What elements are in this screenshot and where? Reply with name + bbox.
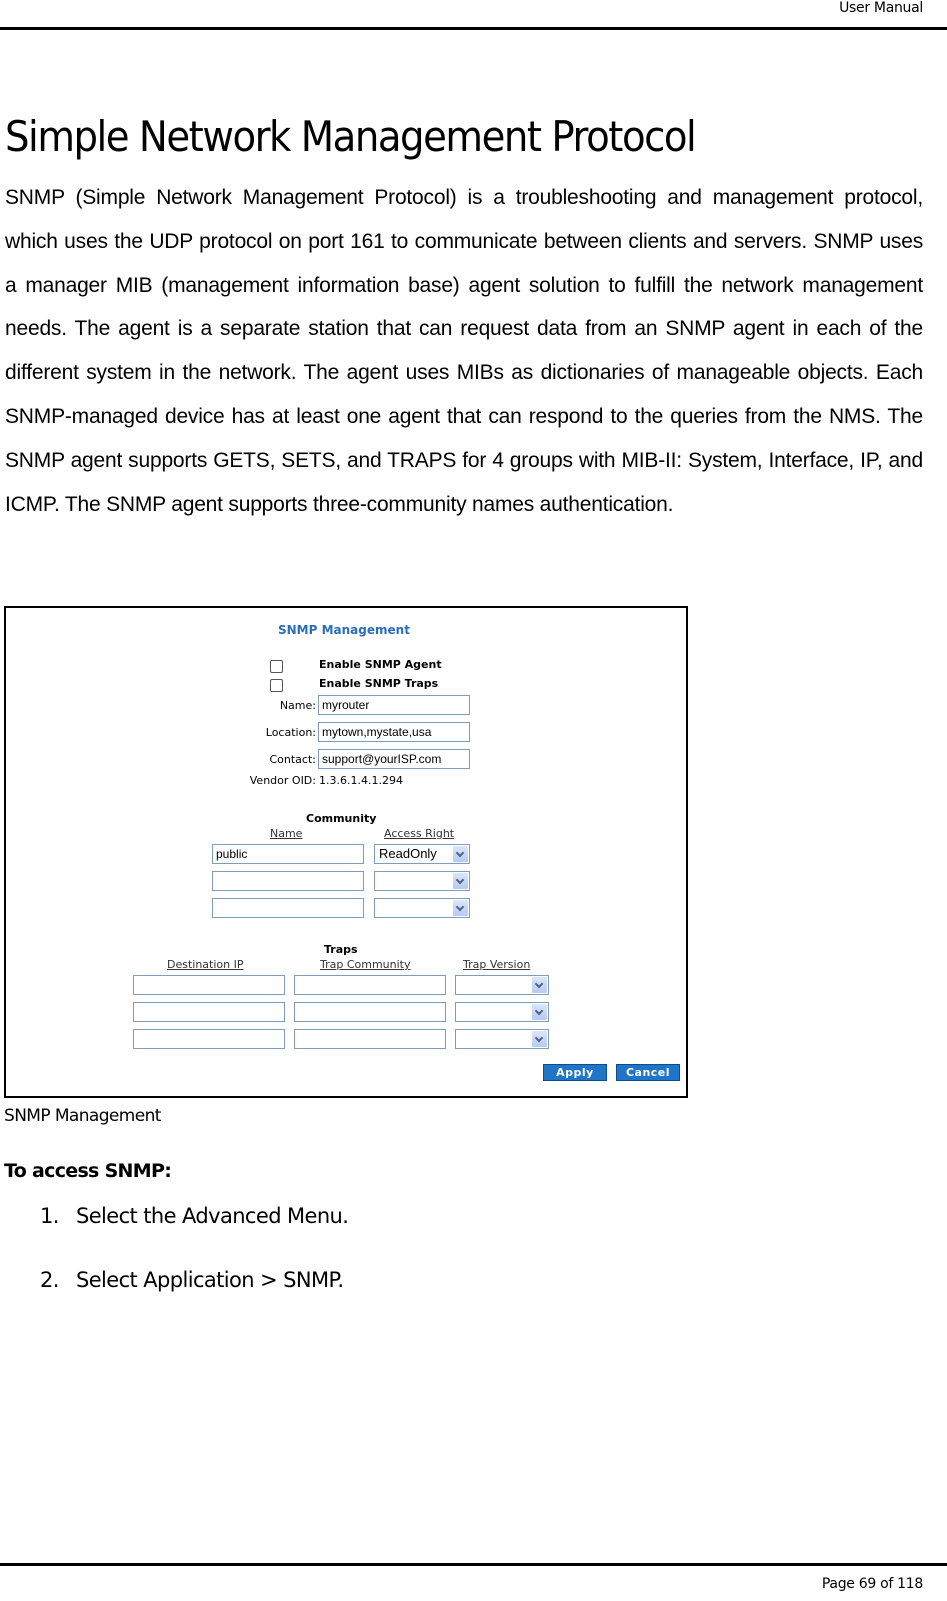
- destination-ip-input[interactable]: [133, 975, 285, 995]
- step-prefix: Select: [76, 1268, 144, 1292]
- access-right-select[interactable]: ReadOnly: [374, 844, 470, 864]
- trap-version-select[interactable]: [455, 1029, 549, 1049]
- step-number: 2.: [40, 1268, 59, 1292]
- step-suffix: .: [337, 1268, 344, 1292]
- chevron-down-icon: [532, 977, 547, 993]
- vendor-oid-label: Vendor OID:: [249, 774, 316, 787]
- destination-ip-input[interactable]: [133, 1002, 285, 1022]
- traps-section-title: Traps: [324, 943, 358, 956]
- chevron-down-icon: [532, 1004, 547, 1020]
- access-right-select[interactable]: [374, 871, 470, 891]
- trap-community-input[interactable]: [294, 975, 446, 995]
- header-title: User Manual: [839, 0, 923, 16]
- trap-community-input[interactable]: [294, 1002, 446, 1022]
- location-input[interactable]: mytown,mystate,usa: [318, 722, 470, 742]
- trap-version-select[interactable]: [455, 1002, 549, 1022]
- page-number: Page 69 of 118: [821, 1576, 923, 1592]
- location-label: Location:: [265, 726, 316, 739]
- enable-snmp-traps-checkbox[interactable]: [270, 678, 283, 692]
- trap-version-header: Trap Version: [463, 958, 531, 971]
- enable-snmp-agent-label: Enable SNMP Agent: [319, 658, 442, 671]
- page-title: Simple Network Management Protocol: [5, 112, 697, 161]
- step-ui-element: Application > SNMP: [143, 1268, 338, 1292]
- community-name-header: Name: [270, 827, 303, 840]
- trap-community-input[interactable]: [294, 1029, 446, 1049]
- step-ui-element: Advanced Menu: [182, 1204, 343, 1228]
- enable-snmp-agent-checkbox[interactable]: [270, 659, 283, 673]
- header-divider: [0, 27, 947, 30]
- destination-ip-header: Destination IP: [167, 958, 244, 971]
- step-prefix: Select the: [76, 1204, 182, 1228]
- community-name-input[interactable]: [212, 871, 364, 891]
- name-input[interactable]: myrouter: [318, 695, 470, 715]
- chevron-down-icon: [453, 846, 468, 862]
- contact-label: Contact:: [269, 753, 316, 766]
- community-name-input[interactable]: [212, 898, 364, 918]
- enable-snmp-traps-row: Enable SNMP Traps: [270, 677, 438, 692]
- procedure-heading: To access SNMP:: [4, 1160, 172, 1182]
- enable-snmp-traps-label: Enable SNMP Traps: [319, 677, 439, 690]
- trap-community-header: Trap Community: [320, 958, 411, 971]
- vendor-oid-value: 1.3.6.1.4.1.294: [319, 774, 403, 787]
- name-label: Name:: [279, 699, 316, 712]
- destination-ip-input[interactable]: [133, 1029, 285, 1049]
- step-number: 1.: [40, 1204, 59, 1228]
- chevron-down-icon: [532, 1031, 547, 1047]
- community-access-header: Access Right: [384, 827, 455, 840]
- access-right-value: ReadOnly: [379, 846, 437, 861]
- figure-caption: SNMP Management: [4, 1106, 161, 1126]
- chevron-down-icon: [453, 900, 468, 916]
- footer-divider: [0, 1563, 947, 1566]
- snmp-management-screenshot: SNMP Management Enable SNMP Agent Enable…: [4, 606, 688, 1098]
- procedure-step: 2. Select Application > SNMP.: [40, 1268, 344, 1292]
- community-name-input[interactable]: public: [212, 844, 364, 864]
- enable-snmp-agent-row: Enable SNMP Agent: [270, 658, 442, 673]
- apply-button[interactable]: Apply: [543, 1064, 607, 1081]
- community-section-title: Community: [306, 812, 377, 825]
- access-right-select[interactable]: [374, 898, 470, 918]
- cancel-button[interactable]: Cancel: [616, 1064, 680, 1081]
- screenshot-title: SNMP Management: [278, 623, 410, 637]
- procedure-step: 1. Select the Advanced Menu.: [40, 1204, 349, 1228]
- trap-version-select[interactable]: [455, 975, 549, 995]
- contact-input[interactable]: support@yourISP.com: [318, 749, 470, 769]
- chevron-down-icon: [453, 873, 468, 889]
- intro-paragraph: SNMP (Simple Network Management Protocol…: [5, 186, 923, 516]
- step-suffix: .: [342, 1204, 349, 1228]
